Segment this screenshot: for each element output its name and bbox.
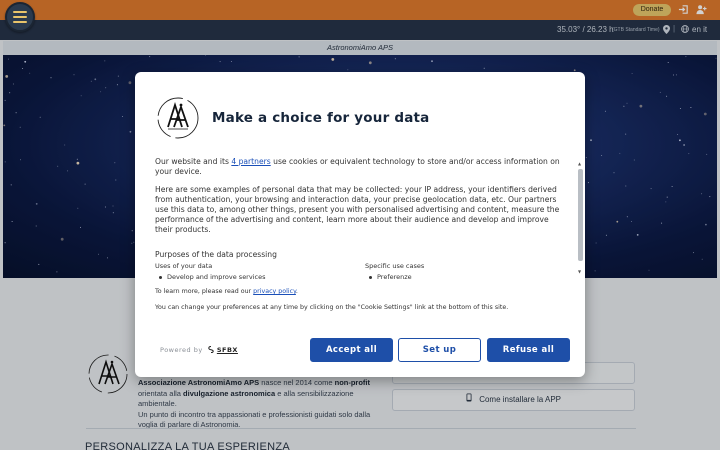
consent-intro: Our website and its 4 partners use cooki… <box>155 157 560 176</box>
consent-dialog: Make a choice for your data Our website … <box>135 72 585 377</box>
consent-title: Make a choice for your data <box>212 110 430 126</box>
privacy-policy-link[interactable]: privacy policy <box>253 288 296 295</box>
scroll-up-icon[interactable]: ▲ <box>578 161 581 166</box>
sfbx-link[interactable]: SFBX <box>217 346 238 354</box>
specific-use-item: Preferenze <box>369 273 412 281</box>
powered-by: Powered by SFBX <box>160 346 238 354</box>
scroll-down-icon[interactable]: ▼ <box>578 269 581 274</box>
consent-examples: Here are some examples of personal data … <box>155 185 560 234</box>
astronomiamo-logo <box>156 96 200 140</box>
uses-title: Uses of your data <box>155 262 213 270</box>
uses-item: Develop and improve services <box>159 273 265 281</box>
change-preferences-text: You can change your preferences at any t… <box>155 304 509 311</box>
partners-link[interactable]: 4 partners <box>231 157 270 166</box>
consent-scroll-area[interactable]: Our website and its 4 partners use cooki… <box>155 157 577 357</box>
consent-scrollbar[interactable]: ▲ ▼ <box>578 161 583 277</box>
set-up-button[interactable]: Set up <box>398 338 481 362</box>
refuse-all-button[interactable]: Refuse all <box>487 338 570 362</box>
specific-use-title: Specific use cases <box>365 262 425 270</box>
learn-more-text: To learn more, please read our privacy p… <box>155 288 298 295</box>
menu-button[interactable] <box>5 2 35 32</box>
scrollbar-thumb[interactable] <box>578 169 583 261</box>
hamburger-icon <box>13 11 27 13</box>
purposes-title: Purposes of the data processing <box>155 250 277 259</box>
accept-all-button[interactable]: Accept all <box>310 338 393 362</box>
sfbx-icon <box>205 346 217 354</box>
